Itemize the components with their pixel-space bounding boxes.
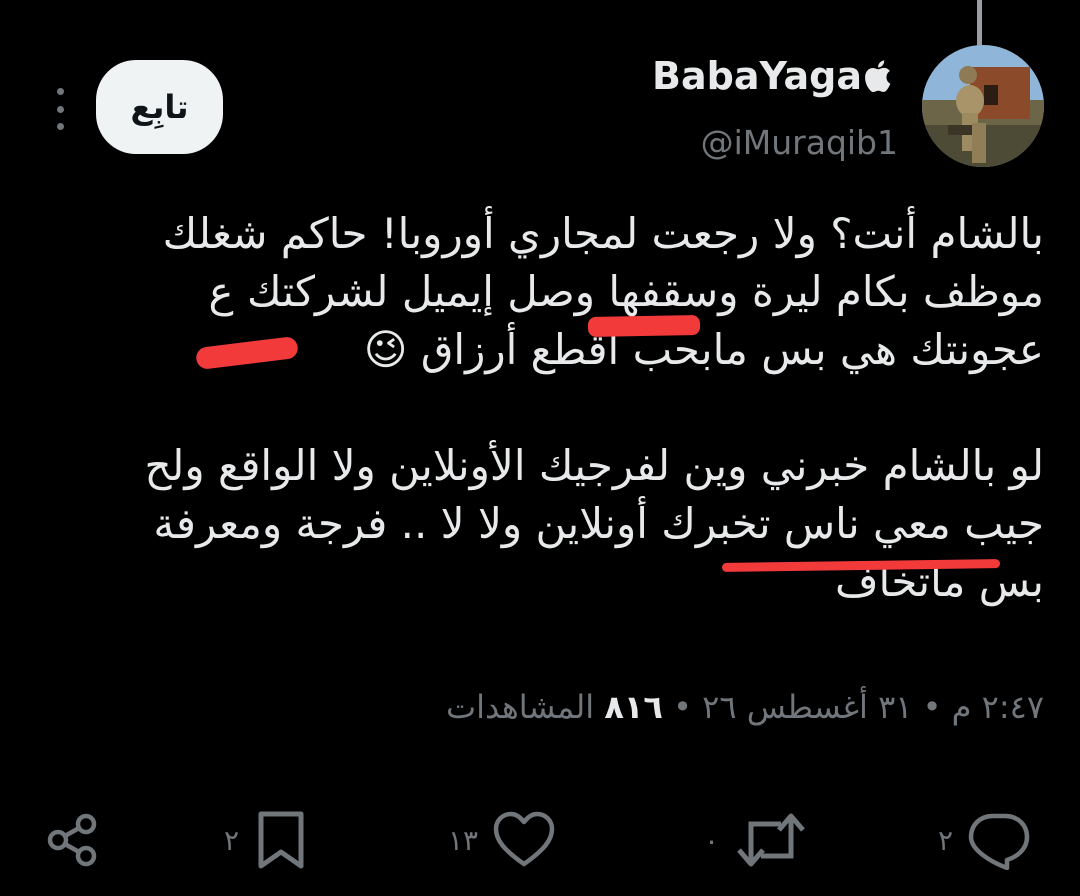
apple-icon: [865, 60, 891, 92]
retweet-button[interactable]: ٠: [704, 800, 809, 880]
reply-count: ٢: [938, 823, 954, 857]
like-button[interactable]: ١٣: [448, 800, 556, 880]
tweet-time[interactable]: ٢:٤٧ م: [952, 688, 1044, 726]
tweet-date[interactable]: ٣١ أغسطس ٢٦: [702, 688, 912, 726]
author-display-name[interactable]: BabaYaga: [652, 54, 892, 98]
more-dot-icon: [56, 105, 64, 113]
views-count: ٨١٦: [604, 688, 663, 726]
tweet-text: بالشام أنت؟ ولا رجعت لمجاري أوروبا! حاكم…: [114, 205, 1044, 611]
retweet-icon: [737, 813, 805, 867]
author-handle[interactable]: @iMuraqib1: [701, 123, 898, 162]
more-dot-icon: [56, 123, 64, 130]
share-icon: [47, 813, 97, 867]
meta-separator: •: [673, 688, 692, 726]
avatar-image: [922, 45, 1044, 167]
meta-separator: •: [922, 688, 942, 726]
scrollbar-thumb[interactable]: [977, 0, 982, 48]
share-button[interactable]: [44, 800, 104, 880]
bookmark-button[interactable]: ٢: [224, 800, 309, 880]
bookmark-icon: [258, 811, 304, 869]
reply-button[interactable]: ٢: [938, 800, 1031, 880]
red-underline-mark: [587, 315, 701, 337]
tweet-actions: ٢ ١٣ ٠ ٢: [0, 800, 1080, 880]
more-options-button[interactable]: [50, 88, 70, 130]
follow-button[interactable]: تابِع: [96, 60, 223, 154]
heart-icon: [493, 811, 555, 867]
bookmark-count: ٢: [224, 823, 240, 857]
tweet-meta: ٢:٤٧ م • ٣١ أغسطس ٢٦ • ٨١٦ المشاهدات: [446, 688, 1044, 726]
avatar[interactable]: [922, 45, 1044, 167]
retweet-count: ٠: [704, 823, 720, 857]
like-count: ١٣: [448, 823, 479, 857]
display-name-text: BabaYaga: [652, 54, 862, 98]
more-dot-icon: [56, 88, 64, 95]
tweet-paragraph: لو بالشام خبرني وين لفرجيك الأونلاين ولا…: [144, 441, 1044, 606]
views-label: المشاهدات: [446, 688, 595, 726]
reply-icon: [968, 813, 1030, 870]
